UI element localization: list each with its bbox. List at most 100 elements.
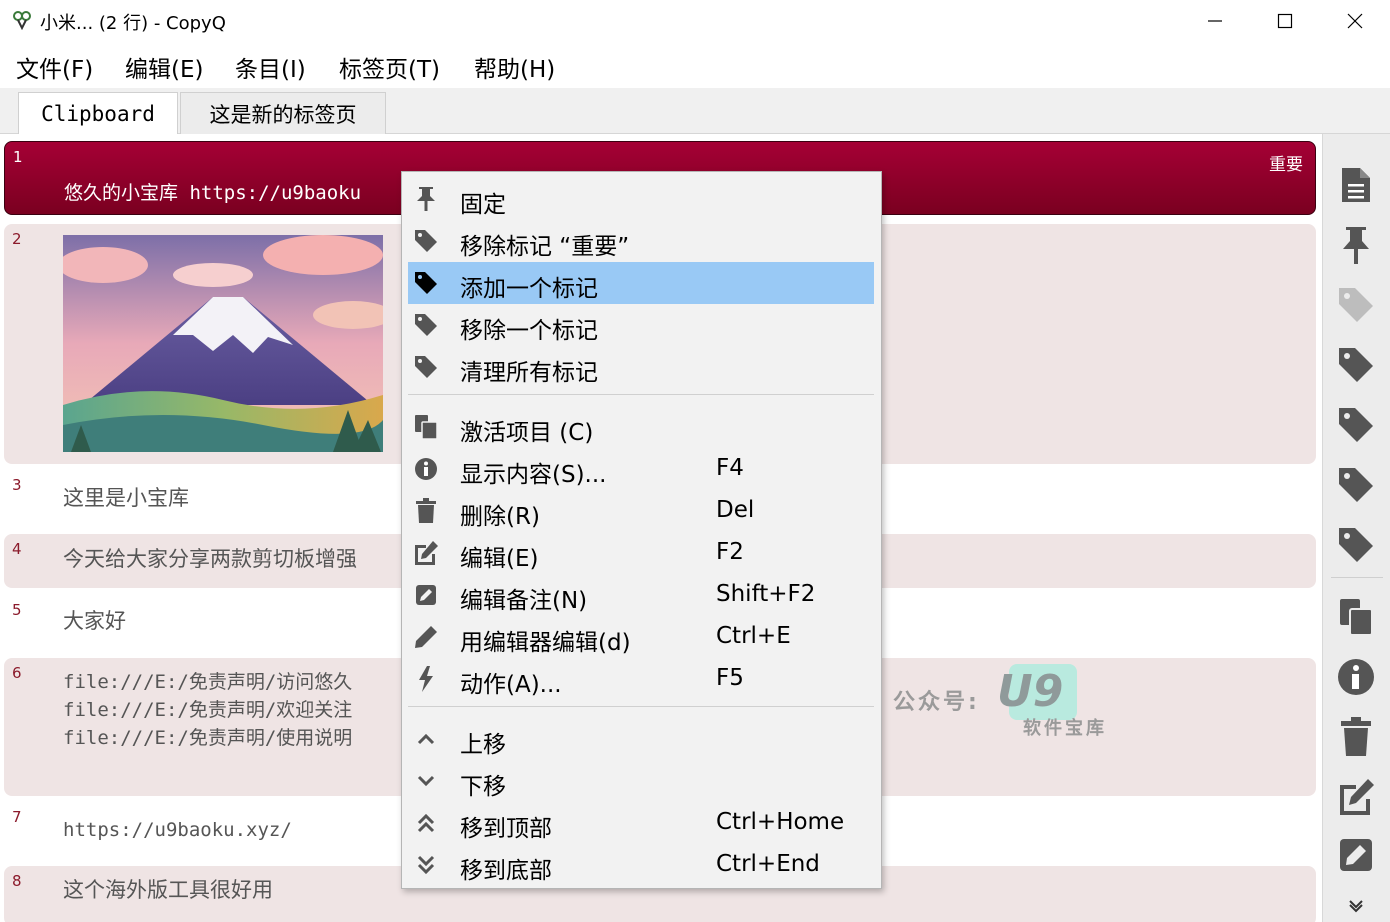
ctx-move-up[interactable]: 上移 xyxy=(408,718,874,760)
chevron-down-icon xyxy=(1349,900,1363,913)
item-text: 悠久的小宝库 https://u9baoku xyxy=(64,182,362,204)
paste-button[interactable] xyxy=(1333,594,1379,640)
double-chevron-up-icon xyxy=(412,811,440,835)
tag-icon xyxy=(412,313,440,337)
menu-bar: 文件(F) 编辑(E) 条目(I) 标签页(T) 帮助(H) xyxy=(0,42,1390,88)
minimize-button[interactable] xyxy=(1180,0,1250,42)
tag-icon xyxy=(1339,348,1373,382)
new-item-button[interactable] xyxy=(1333,162,1379,208)
tag-badge: 重要 xyxy=(1269,155,1303,175)
item-number: 7 xyxy=(12,808,22,826)
tag-icon xyxy=(412,229,440,253)
edit-button[interactable] xyxy=(1333,774,1379,820)
ctx-edit[interactable]: 编辑(E) F2 xyxy=(408,532,874,574)
note-edit-icon xyxy=(412,583,440,607)
ctx-move-bottom[interactable]: 移到底部 Ctrl+End xyxy=(408,844,874,886)
tag-icon xyxy=(1339,528,1373,562)
edit-note-button[interactable] xyxy=(1333,832,1379,878)
pin-button[interactable] xyxy=(1333,222,1379,268)
edit-icon xyxy=(1340,779,1374,815)
ctx-edit-note[interactable]: 编辑备注(N) Shift+F2 xyxy=(408,574,874,616)
side-toolbar xyxy=(1322,134,1390,922)
menu-separator xyxy=(408,706,874,707)
item-text: https://u9baoku.xyz/ xyxy=(63,819,292,841)
menu-edit[interactable]: 编辑(E) xyxy=(125,50,203,84)
ctx-clear-tags[interactable]: 清理所有标记 xyxy=(408,346,874,388)
menu-separator xyxy=(408,394,874,395)
watermark: 公众号: U9 软件宝库 xyxy=(893,664,1123,744)
trash-icon xyxy=(412,498,440,523)
tag-button[interactable] xyxy=(1333,522,1379,568)
item-number: 4 xyxy=(12,540,22,558)
bolt-icon xyxy=(412,666,440,692)
menu-tabs[interactable]: 标签页(T) xyxy=(339,50,440,84)
close-button[interactable] xyxy=(1320,0,1390,42)
pin-icon xyxy=(412,187,440,211)
tag-button[interactable] xyxy=(1333,462,1379,508)
ctx-move-down[interactable]: 下移 xyxy=(408,760,874,802)
tab-clipboard[interactable]: Clipboard xyxy=(18,92,178,134)
tag-button-disabled[interactable] xyxy=(1333,282,1379,328)
toolbar-separator xyxy=(1331,577,1383,578)
copyq-app-icon xyxy=(13,11,31,30)
new-document-icon xyxy=(1342,168,1370,202)
item-text: 这个海外版工具很好用 xyxy=(63,878,273,902)
ctx-edit-with-editor[interactable]: 用编辑器编辑(d) Ctrl+E xyxy=(408,616,874,658)
context-menu: 固定 移除标记 “重要” 添加一个标记 移除一个标记 清理所有标记 激活项目 (… xyxy=(401,171,882,889)
double-chevron-down-icon xyxy=(412,853,440,877)
tag-button[interactable] xyxy=(1333,402,1379,448)
item-number: 8 xyxy=(12,872,22,890)
ctx-remove-tag[interactable]: 移除一个标记 xyxy=(408,304,874,346)
ctx-add-tag[interactable]: 添加一个标记 xyxy=(408,262,874,304)
tag-icon xyxy=(1339,288,1373,322)
mount-fuji-image xyxy=(63,235,383,452)
title-bar: 小米... (2 行) - CopyQ xyxy=(0,0,1390,42)
ctx-remove-important-tag[interactable]: 移除标记 “重要” xyxy=(408,220,874,262)
item-number: 2 xyxy=(12,230,22,248)
ctx-show-content[interactable]: 显示内容(S)... F4 xyxy=(408,448,874,490)
maximize-icon xyxy=(1277,13,1293,29)
menu-file[interactable]: 文件(F) xyxy=(16,50,93,84)
info-icon xyxy=(1338,659,1374,695)
chevron-down-icon xyxy=(412,769,440,793)
edit-icon xyxy=(412,541,440,565)
ctx-move-top[interactable]: 移到顶部 Ctrl+Home xyxy=(408,802,874,844)
pencil-icon xyxy=(412,625,440,649)
tag-icon xyxy=(412,355,440,379)
watermark-prefix: 公众号: xyxy=(893,690,980,715)
item-text: 大家好 xyxy=(63,609,126,633)
ctx-action[interactable]: 动作(A)... F5 xyxy=(408,658,874,700)
tag-icon xyxy=(1339,468,1373,502)
watermark-sub: 软件宝库 xyxy=(1023,718,1107,739)
ctx-delete[interactable]: 删除(R) Del xyxy=(408,490,874,532)
menu-help[interactable]: 帮助(H) xyxy=(474,50,555,84)
item-text: 这里是小宝库 xyxy=(63,486,189,510)
pin-icon xyxy=(1343,227,1369,264)
menu-item[interactable]: 条目(I) xyxy=(235,50,306,84)
trash-icon xyxy=(1341,717,1371,756)
tag-icon xyxy=(412,271,440,295)
item-text: 今天给大家分享两款剪切板增强 xyxy=(63,547,357,571)
info-button[interactable] xyxy=(1333,654,1379,700)
chevron-up-icon xyxy=(412,727,440,751)
item-text: file:///E:/免责声明/访问悠久 file:///E:/免责声明/欢迎关… xyxy=(63,671,353,749)
more-button[interactable] xyxy=(1333,890,1379,920)
item-number: 5 xyxy=(12,601,22,619)
minimize-icon xyxy=(1208,20,1222,22)
paste-icon xyxy=(1340,599,1373,636)
item-number: 6 xyxy=(12,664,22,682)
watermark-logo: U9 xyxy=(997,666,1064,717)
maximize-button[interactable] xyxy=(1250,0,1320,42)
ctx-pin[interactable]: 固定 xyxy=(408,178,874,220)
tag-icon xyxy=(1339,408,1373,442)
window-title: 小米... (2 行) - CopyQ xyxy=(40,13,226,34)
ctx-activate[interactable]: 激活项目 (C) xyxy=(408,406,874,448)
paste-icon xyxy=(412,415,440,440)
tag-button[interactable] xyxy=(1333,342,1379,388)
info-icon xyxy=(412,457,440,481)
tab-new[interactable]: 这是新的标签页 xyxy=(180,92,386,134)
item-number: 3 xyxy=(12,476,22,494)
delete-button[interactable] xyxy=(1333,714,1379,760)
close-icon xyxy=(1347,13,1363,29)
tab-bar: Clipboard 这是新的标签页 xyxy=(0,88,1390,134)
